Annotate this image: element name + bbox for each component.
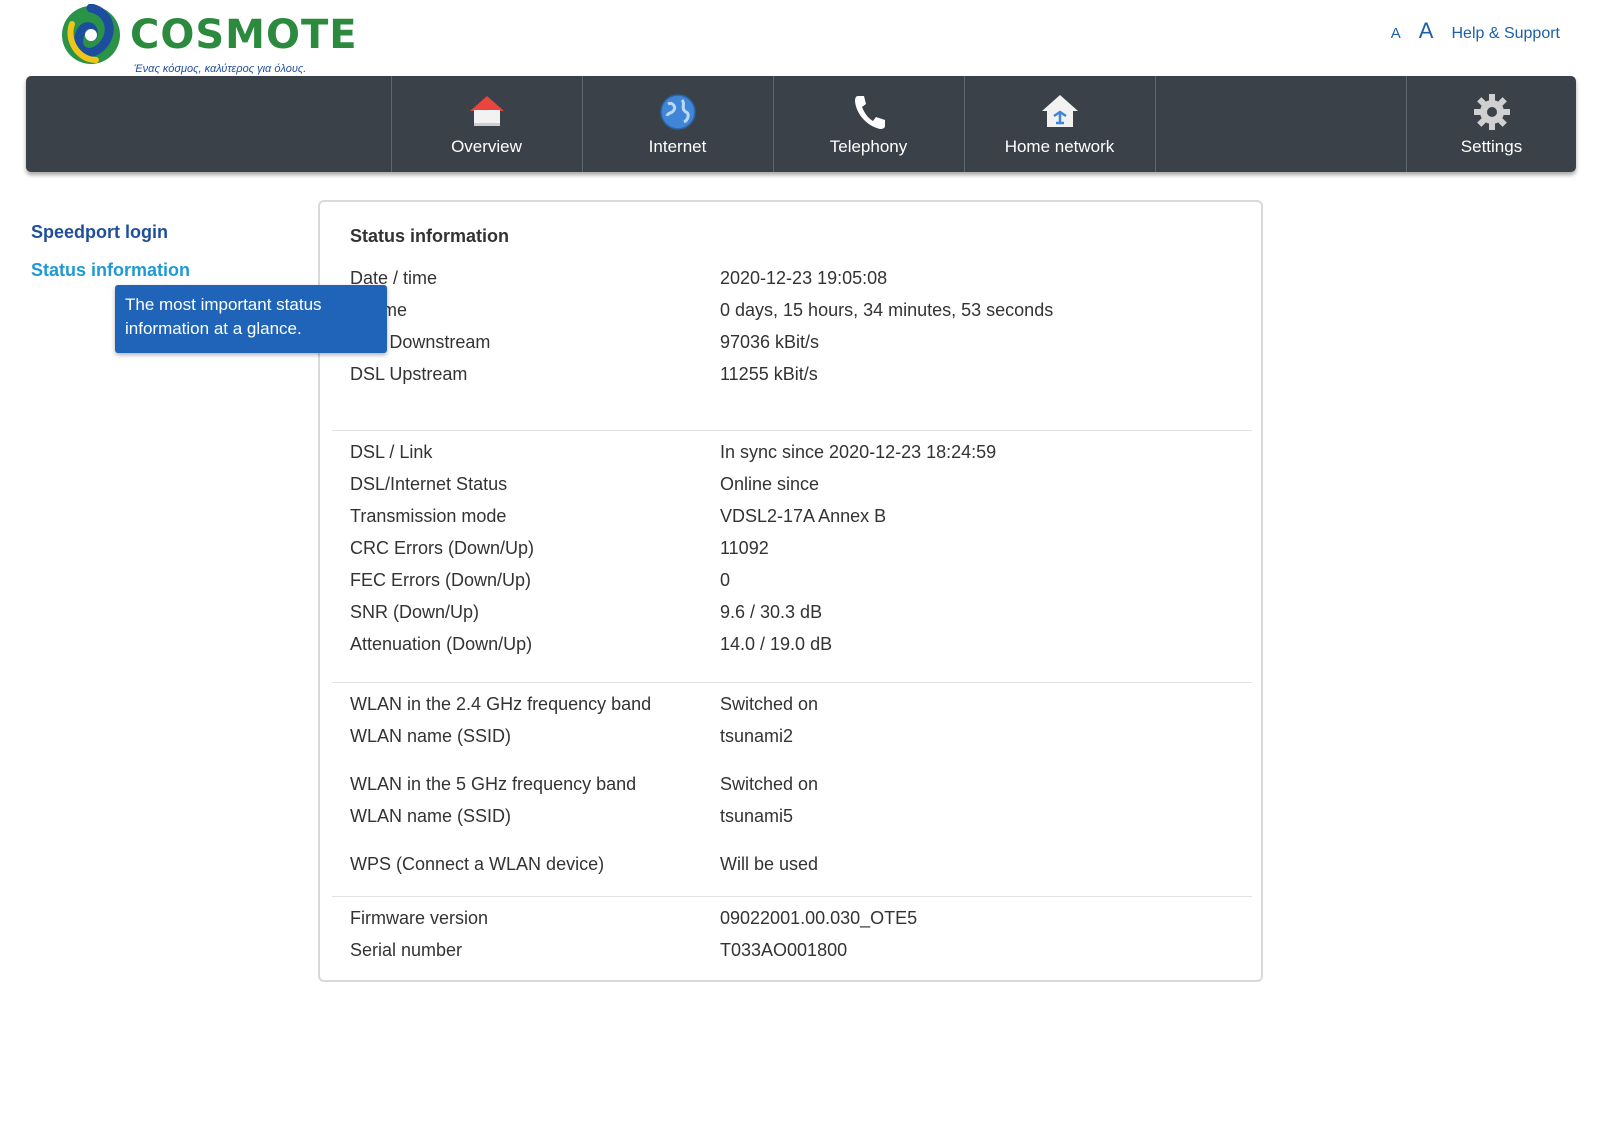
row-label: WPS (Connect a WLAN device) <box>350 854 605 874</box>
row-value: 09022001.00.030_OTE5 <box>720 908 918 928</box>
phone-icon <box>854 96 885 129</box>
status-row-dsl-downstream: DSL Downstream 97036 kBit/s <box>350 332 1250 360</box>
status-row-ssid-5: WLAN name (SSID) tsunami5 <box>350 806 1250 834</box>
brand-tagline: Ένας κόσμος, καλύτερος για όλους. <box>134 63 307 75</box>
nav-home-network-label: Home network <box>1004 137 1115 156</box>
home-network-icon <box>1041 95 1078 127</box>
status-row-wlan-24: WLAN in the 2.4 GHz frequency band Switc… <box>350 694 1250 722</box>
row-label: WLAN in the 2.4 GHz frequency band <box>350 694 652 714</box>
row-value: Online since <box>720 474 820 494</box>
status-row-date-time: Date / time 2020-12-23 19:05:08 <box>350 268 1250 296</box>
row-value: 11092 <box>720 538 769 558</box>
row-value: 14.0 / 19.0 dB <box>720 634 833 654</box>
row-value: 11255 kBit/s <box>720 364 818 384</box>
row-label: SNR (Down/Up) <box>350 602 480 622</box>
row-label: Serial number <box>350 940 463 960</box>
row-label: CRC Errors (Down/Up) <box>350 538 535 558</box>
globe-icon <box>659 94 696 130</box>
status-panel: Status information Date / time 2020-12-2… <box>318 200 1263 982</box>
row-value: 2020-12-23 19:05:08 <box>720 268 888 288</box>
home-icon <box>469 96 504 126</box>
row-label: WLAN name (SSID) <box>350 806 512 826</box>
row-label: FEC Errors (Down/Up) <box>350 570 532 590</box>
status-row-snr: SNR (Down/Up) 9.6 / 30.3 dB <box>350 602 1250 630</box>
panel-title: Status information <box>350 226 510 246</box>
row-value: T033AO001800 <box>720 940 848 960</box>
status-row-ssid-24: WLAN name (SSID) tsunami2 <box>350 726 1250 754</box>
row-value: 97036 kBit/s <box>720 332 820 352</box>
row-label: Attenuation (Down/Up) <box>350 634 533 654</box>
brand-name: COSMOTE <box>130 12 358 58</box>
row-value: tsunami5 <box>720 806 794 826</box>
row-label: Transmission mode <box>350 506 507 526</box>
status-row-fec-errors: FEC Errors (Down/Up) 0 <box>350 570 1250 598</box>
row-label: DSL Upstream <box>350 364 468 384</box>
status-row-crc-errors: CRC Errors (Down/Up) 11092 <box>350 538 1250 566</box>
status-tooltip: The most important status information at… <box>115 285 387 353</box>
row-value: 0 days, 15 hours, 34 minutes, 53 seconds <box>720 300 1054 320</box>
nav-telephony-label: Telephony <box>829 137 908 156</box>
status-row-dsl-link: DSL / Link In sync since 2020-12-23 18:2… <box>350 442 1250 470</box>
nav-settings[interactable]: Settings <box>1406 76 1576 172</box>
status-row-firmware: Firmware version 09022001.00.030_OTE5 <box>350 908 1250 936</box>
status-row-wps: WPS (Connect a WLAN device) Will be used <box>350 854 1250 882</box>
row-label: Firmware version <box>350 908 489 928</box>
row-value: 0 <box>720 570 731 590</box>
cosmote-logo[interactable]: COSMOTE Ένας κόσμος, καλύτερος για όλους… <box>60 4 360 76</box>
row-label: DSL / Link <box>350 442 433 462</box>
status-row-attenuation: Attenuation (Down/Up) 14.0 / 19.0 dB <box>350 634 1250 662</box>
row-label: DSL/Internet Status <box>350 474 508 494</box>
nav-overview[interactable]: Overview <box>391 76 581 172</box>
row-label: WLAN in the 5 GHz frequency band <box>350 774 637 794</box>
row-value: VDSL2-17A Annex B <box>720 506 887 526</box>
top-links: A A Help & Support <box>1391 18 1560 44</box>
status-row-transmission-mode: Transmission mode VDSL2-17A Annex B <box>350 506 1250 534</box>
row-value: Switched on <box>720 774 819 794</box>
font-size-small-button[interactable]: A <box>1391 25 1401 42</box>
status-row-serial: Serial number T033AO001800 <box>350 940 1250 968</box>
cosmote-logo-icon <box>62 4 120 64</box>
gear-icon <box>1473 94 1510 130</box>
status-row-wlan-5: WLAN in the 5 GHz frequency band Switche… <box>350 774 1250 802</box>
row-value: tsunami2 <box>720 726 794 746</box>
section-divider <box>332 682 1252 683</box>
row-value: In sync since 2020-12-23 18:24:59 <box>720 442 997 462</box>
row-value: Switched on <box>720 694 819 714</box>
sidebar-item-speedport-login[interactable]: Speedport login <box>31 222 168 243</box>
main-navigation: Overview Internet Telephony Home network <box>26 76 1576 172</box>
status-row-internet-status: DSL/Internet Status Online since <box>350 474 1250 502</box>
nav-overview-label: Overview <box>451 137 522 156</box>
section-divider <box>332 430 1252 431</box>
status-row-uptime: Uptime 0 days, 15 hours, 34 minutes, 53 … <box>350 300 1250 328</box>
status-row-dsl-upstream: DSL Upstream 11255 kBit/s <box>350 364 1250 392</box>
row-value: Will be used <box>720 854 819 874</box>
nav-settings-label: Settings <box>1460 137 1523 156</box>
nav-separator <box>1155 76 1156 172</box>
section-divider <box>332 896 1252 897</box>
row-value: 9.6 / 30.3 dB <box>720 602 823 622</box>
nav-telephony[interactable]: Telephony <box>773 76 963 172</box>
font-size-large-button[interactable]: A <box>1419 18 1434 44</box>
sidebar-item-status-information[interactable]: Status information <box>31 260 190 281</box>
row-label: WLAN name (SSID) <box>350 726 512 746</box>
nav-home-network[interactable]: Home network <box>964 76 1154 172</box>
nav-internet-label: Internet <box>648 137 707 156</box>
help-support-link[interactable]: Help & Support <box>1451 25 1560 43</box>
nav-internet[interactable]: Internet <box>582 76 772 172</box>
